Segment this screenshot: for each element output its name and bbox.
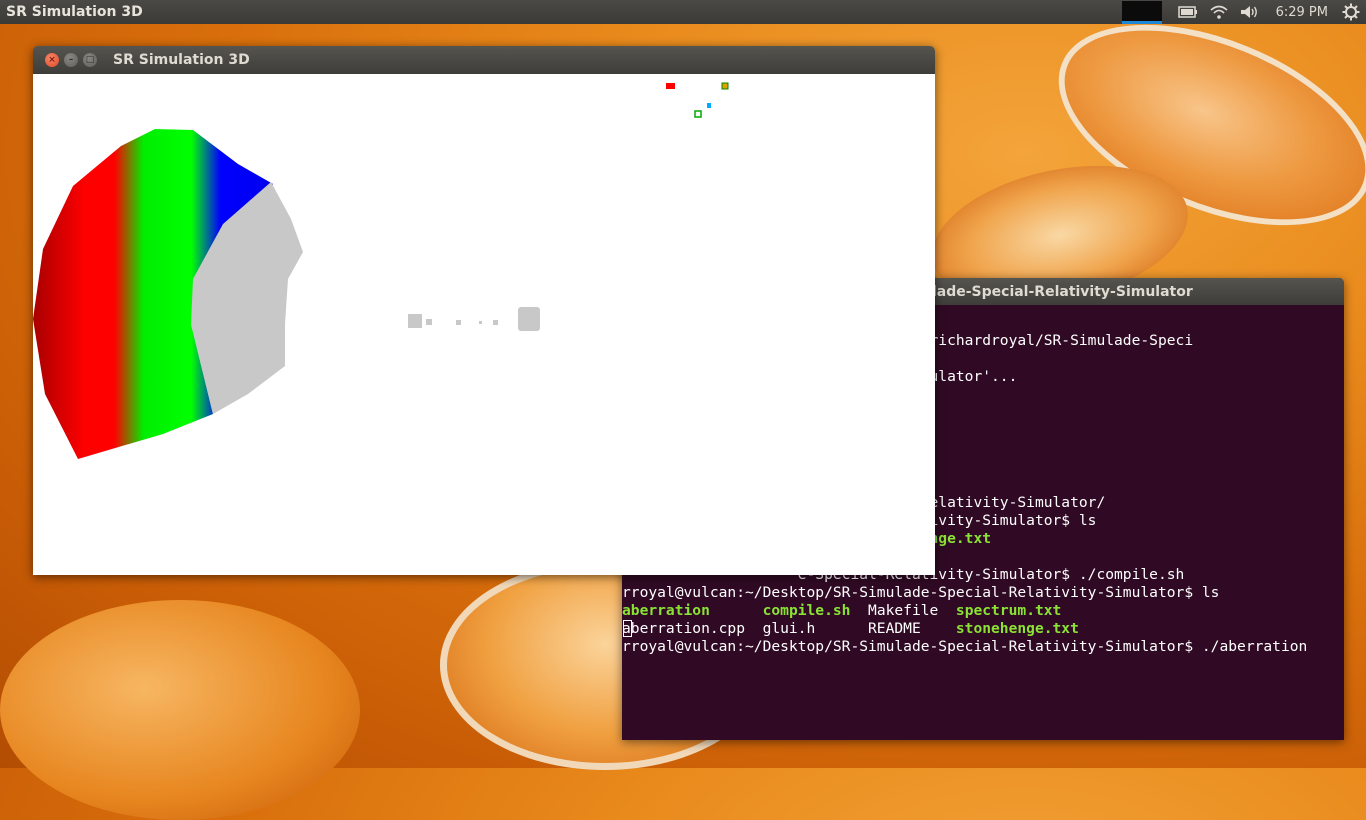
distant-object [456, 320, 461, 325]
system-tray: 6:29 PM [1116, 0, 1366, 24]
distant-object [518, 307, 540, 331]
marker-green [721, 82, 729, 90]
terminal-file-name: compile.sh [762, 602, 851, 619]
close-icon[interactable]: × [45, 53, 59, 67]
terminal-title: ulade-Special-Relativity-Simulator [922, 283, 1193, 300]
terminal-text: rroyal@vulcan:~/Desktop/SR-Simulade-Spec… [622, 584, 1220, 601]
battery-icon[interactable] [1177, 6, 1198, 18]
sim-window[interactable]: × – □ SR Simulation 3D [33, 46, 935, 575]
terminal-line: rroyal@vulcan:~/Desktop/SR-Simulade-Spec… [622, 638, 1307, 656]
distant-object [408, 314, 422, 328]
power-gear-icon[interactable] [1342, 3, 1360, 21]
terminal-file-name: stonehenge.txt [955, 620, 1079, 637]
terminal-line: aberration.cpp glui.h README stonehenge.… [622, 620, 1079, 638]
terminal-file-name: aberration [622, 602, 710, 619]
terminal-line: rroyal@vulcan:~/Desktop/SR-Simulade-Spec… [622, 584, 1219, 602]
marker-cyan [707, 103, 711, 108]
wifi-icon[interactable] [1210, 5, 1228, 19]
panel-app-title: SR Simulation 3D [6, 4, 143, 20]
distant-object [493, 320, 498, 325]
sim-titlebar[interactable]: × – □ SR Simulation 3D [33, 46, 935, 74]
window-title: SR Simulation 3D [113, 52, 250, 68]
distant-object [479, 321, 482, 324]
maximize-icon[interactable]: □ [83, 53, 97, 67]
marker-red [666, 83, 675, 89]
terminal-line: aberration compile.sh Makefile spectrum.… [622, 602, 1061, 620]
marker-green [694, 110, 702, 118]
terminal-text: Makefile [850, 602, 956, 619]
volume-icon[interactable] [1240, 5, 1260, 19]
minimize-icon[interactable]: – [64, 53, 78, 67]
terminal-text: rroyal@vulcan:~/Desktop/SR-Simulade-Spec… [622, 638, 1308, 655]
system-monitor-icon[interactable] [1121, 0, 1162, 24]
terminal-cursor [623, 620, 632, 637]
terminal-file-name: spectrum.txt [955, 602, 1062, 619]
wallpaper-orange-slice [0, 600, 360, 820]
clock[interactable]: 6:29 PM [1276, 5, 1328, 20]
simulation-canvas[interactable] [33, 74, 935, 575]
top-panel: SR Simulation 3D 6:29 PM [0, 0, 1366, 24]
simulation-render [33, 82, 729, 459]
distant-object [426, 319, 432, 325]
terminal-text: aberration.cpp glui.h README [622, 620, 956, 637]
